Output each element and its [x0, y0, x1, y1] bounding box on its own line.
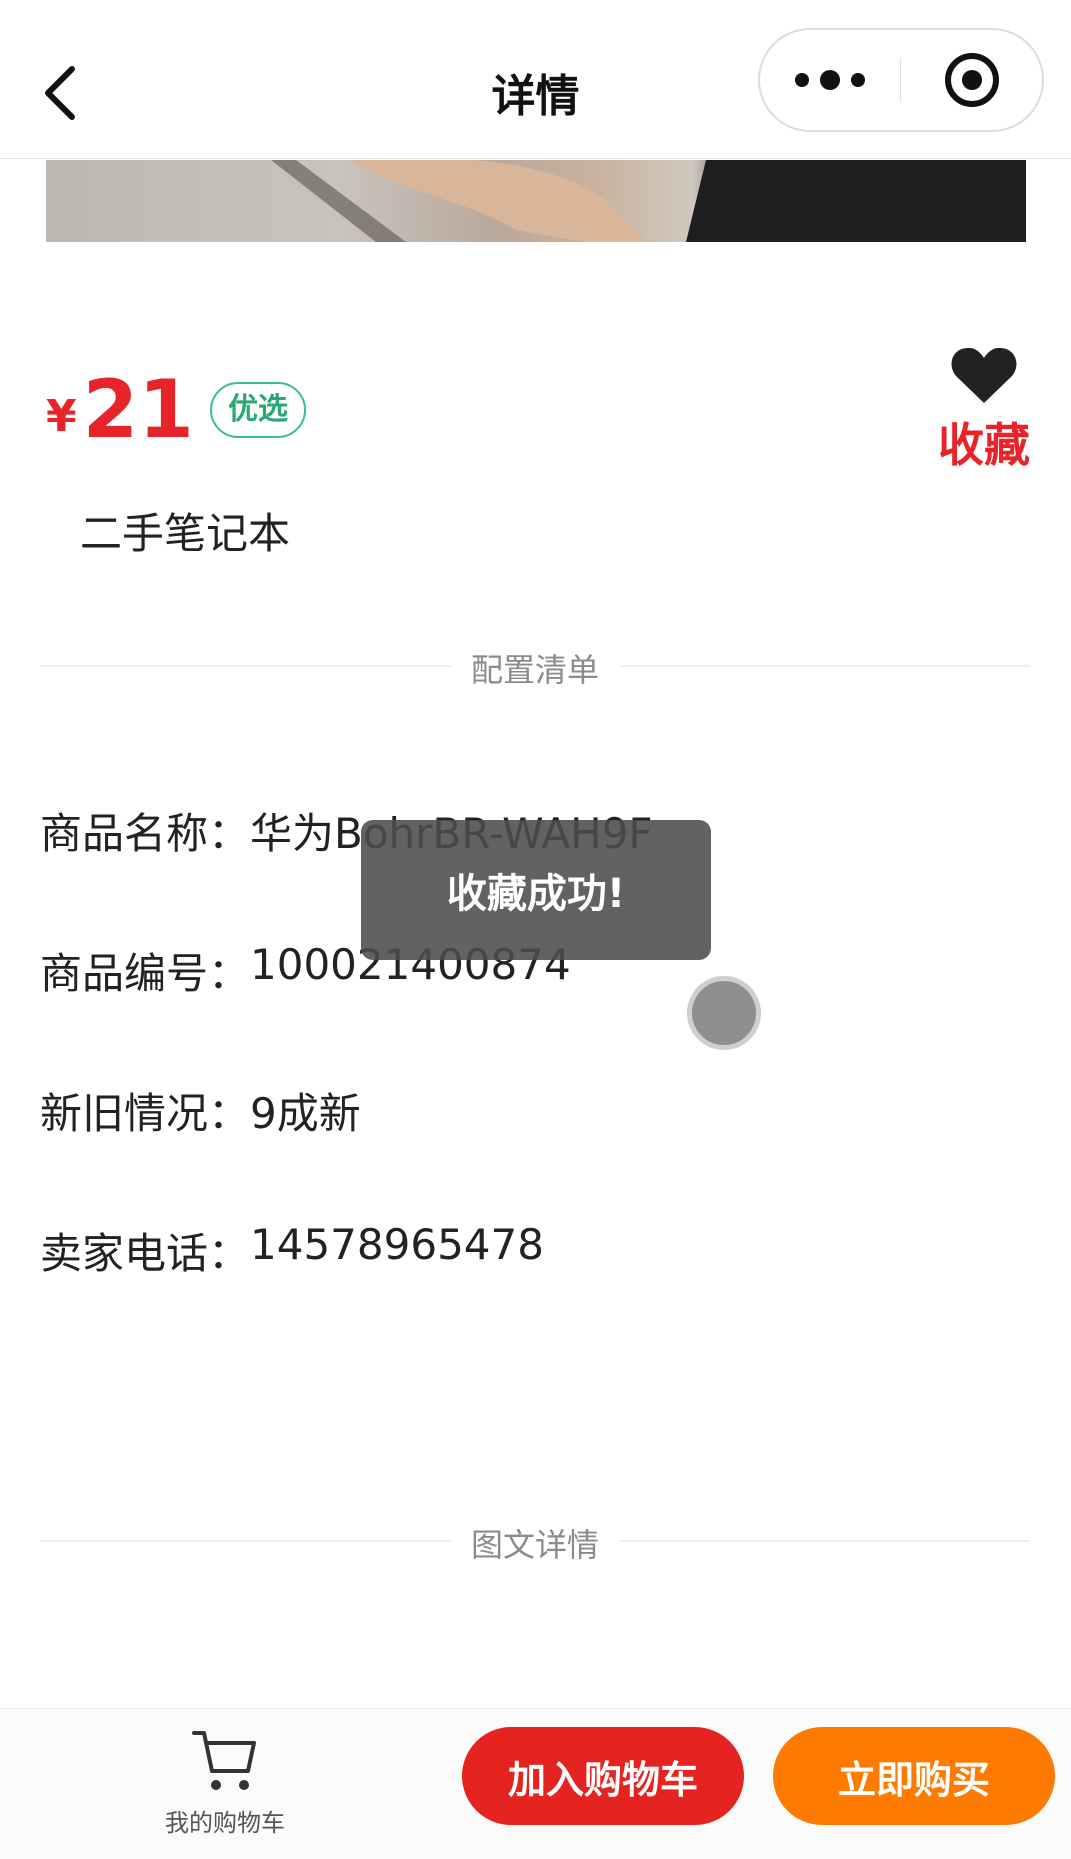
cart-icon	[192, 1731, 256, 1790]
preferred-badge: 优选	[209, 382, 306, 438]
spec-row: 商品编号： 100021400874	[40, 940, 1020, 1080]
product-name: 二手笔记本	[80, 509, 291, 558]
product-detail-page: 详情 ¥ 21 优选 收藏 二手笔记本 配置清单 商品名称： 商品编号： 100…	[0, 0, 1071, 1859]
spec-key: 商品名称：	[40, 809, 251, 858]
bottom-action-bar: 我的购物车 加入购物车 立即购买	[0, 1708, 1071, 1859]
currency-symbol: ¥	[46, 391, 77, 442]
spec-row: 新旧情况： 9成新	[40, 1080, 1020, 1220]
config-section-divider: 配置清单	[40, 645, 1030, 689]
product-price: 21	[82, 363, 194, 456]
favorite-label: 收藏	[938, 418, 1030, 472]
more-button[interactable]	[760, 30, 900, 130]
touch-indicator	[687, 976, 761, 1050]
product-photo-icon	[271, 160, 1026, 242]
detail-section-title: 图文详情	[450, 1526, 619, 1564]
buy-now-button[interactable]: 立即购买	[773, 1727, 1055, 1825]
nav-header: 详情	[0, 0, 1071, 159]
product-image[interactable]	[46, 160, 1026, 242]
spec-key: 卖家电话：	[40, 1229, 251, 1278]
spec-key: 新旧情况：	[40, 1089, 251, 1138]
spec-value: 14578965478	[250, 1220, 544, 1269]
my-cart-button[interactable]: 我的购物车	[150, 1727, 300, 1838]
close-button[interactable]	[901, 30, 1042, 130]
favorite-button[interactable]: 收藏	[924, 345, 1044, 475]
spec-row: 卖家电话： 14578965478	[40, 1220, 1020, 1360]
heart-icon	[951, 347, 1017, 403]
target-close-icon	[944, 53, 999, 107]
mini-program-capsule	[758, 28, 1044, 132]
spec-value: 9成新	[250, 1089, 361, 1138]
price-row: ¥ 21 优选	[46, 360, 306, 450]
more-dots-icon	[795, 70, 865, 90]
toast-message: 收藏成功!	[361, 820, 711, 960]
add-to-cart-button[interactable]: 加入购物车	[462, 1727, 744, 1825]
spec-key: 商品编号：	[40, 949, 251, 998]
config-section-title: 配置清单	[450, 651, 619, 689]
detail-section-divider: 图文详情	[40, 1520, 1030, 1564]
my-cart-label: 我的购物车	[165, 1809, 285, 1837]
